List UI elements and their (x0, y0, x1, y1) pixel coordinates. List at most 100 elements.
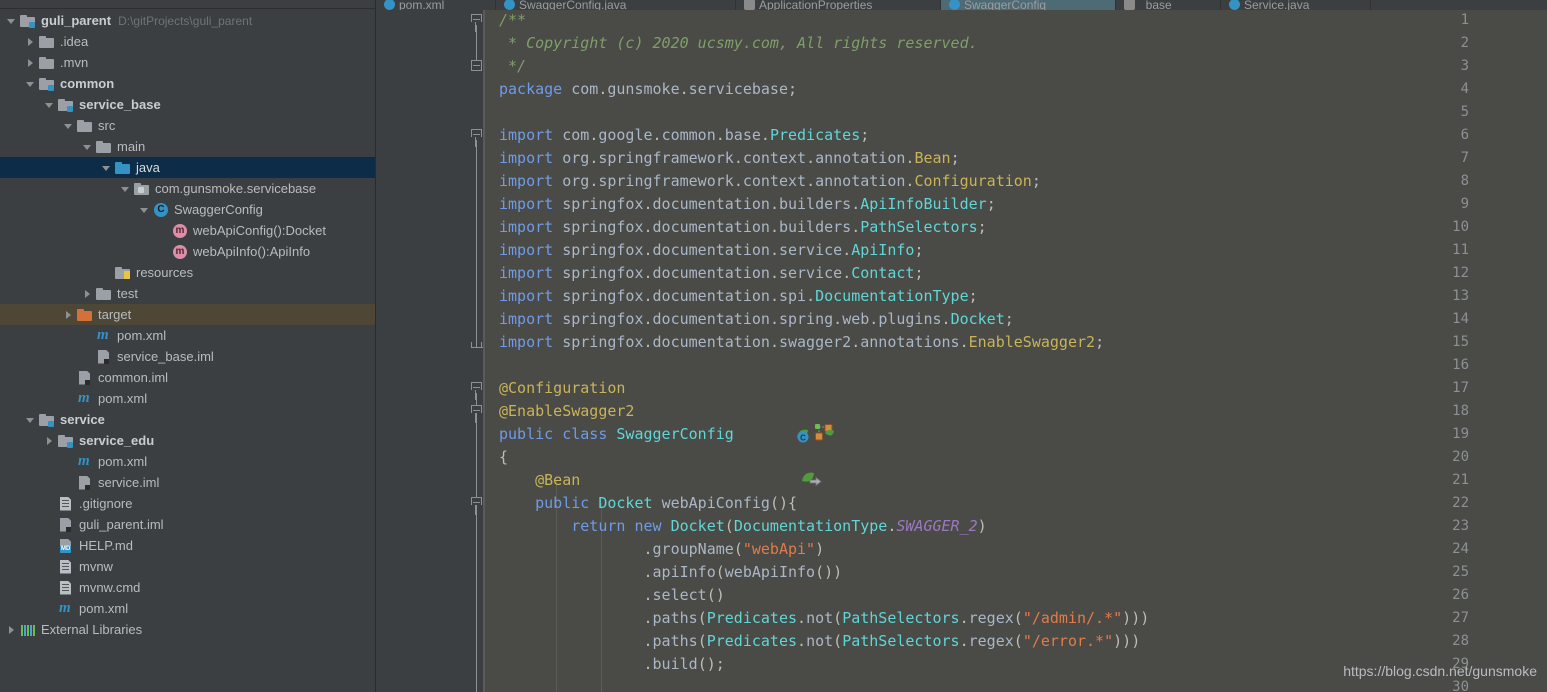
code-line[interactable]: package com.gunsmoke.servicebase; (484, 78, 1547, 101)
tree-item-service-iml[interactable]: service.iml (0, 472, 375, 493)
code-line[interactable]: import org.springframework.context.annot… (484, 147, 1547, 170)
chevron-right-icon[interactable] (63, 309, 75, 321)
chevron-down-icon[interactable] (63, 120, 75, 132)
code-line[interactable]: .paths(Predicates.not(PathSelectors.rege… (484, 630, 1547, 653)
tree-item-main[interactable]: main (0, 136, 375, 157)
tree-item-pom-xml[interactable]: pom.xml (0, 598, 375, 619)
tree-item-pom-xml[interactable]: pom.xml (0, 325, 375, 346)
code-line[interactable]: .paths(Predicates.not(PathSelectors.rege… (484, 607, 1547, 630)
tree-item-com-gunsmoke-servicebase[interactable]: com.gunsmoke.servicebase (0, 178, 375, 199)
code-line[interactable] (484, 354, 1547, 377)
editor-tab[interactable]: ApplicationProperties (736, 0, 941, 10)
tree-item-test[interactable]: test (0, 283, 375, 304)
class-icon (153, 202, 169, 218)
chevron-down-icon[interactable] (25, 414, 37, 426)
editor-tab[interactable]: SwaggerConfig (941, 0, 1116, 10)
chevron-down-icon[interactable] (44, 99, 56, 111)
fold-toggle-icon[interactable] (470, 55, 483, 78)
tree-item-swaggerconfig[interactable]: SwaggerConfig (0, 199, 375, 220)
chevron-right-icon[interactable] (25, 36, 37, 48)
tree-item-mvnw[interactable]: mvnw (0, 556, 375, 577)
tree-item-external-libraries[interactable]: External Libraries (0, 619, 375, 640)
iml-file-icon (77, 370, 93, 386)
folder-icon (39, 55, 55, 71)
code-line[interactable]: return new Docket(DocumentationType.SWAG… (484, 515, 1547, 538)
tree-item-pom-xml[interactable]: pom.xml (0, 451, 375, 472)
code-line[interactable]: import org.springframework.context.annot… (484, 170, 1547, 193)
code-line[interactable]: /** (484, 9, 1547, 32)
chevron-right-icon[interactable] (6, 624, 18, 636)
project-tree[interactable]: guli_parent D:\gitProjects\guli_parent .id… (0, 9, 375, 640)
code-line[interactable]: { (484, 446, 1547, 469)
code-line[interactable]: */ (484, 55, 1547, 78)
code-line[interactable]: import springfox.documentation.spi.Docum… (484, 285, 1547, 308)
tree-item-webapiinfo-apiinfo[interactable]: webApiInfo():ApiInfo (0, 241, 375, 262)
tree-item-java[interactable]: java (0, 157, 375, 178)
chevron-right-icon[interactable] (25, 57, 37, 69)
code-line[interactable]: .apiInfo(webApiInfo()) (484, 561, 1547, 584)
code-line[interactable]: @Configuration (484, 377, 1547, 400)
code-line[interactable]: import springfox.documentation.builders.… (484, 193, 1547, 216)
code-line[interactable]: public class SwaggerConfig (484, 423, 1547, 446)
tree-item-mvn[interactable]: .mvn (0, 52, 375, 73)
chevron-down-icon[interactable] (101, 162, 113, 174)
editor-tab[interactable]: Service.java (1221, 0, 1371, 10)
chevron-right-icon[interactable] (82, 288, 94, 300)
tree-item-guli-parent[interactable]: guli_parent D:\gitProjects\guli_parent (0, 10, 375, 31)
tree-item-service-base[interactable]: service_base (0, 94, 375, 115)
method-icon (172, 244, 188, 260)
editor-tab[interactable]: SwaggerConfig.java (496, 0, 736, 10)
editor-gutter[interactable] (376, 9, 483, 692)
code-line[interactable] (484, 101, 1547, 124)
tree-item-common[interactable]: common (0, 73, 375, 94)
tree-item-help-md[interactable]: HELP.md (0, 535, 375, 556)
code-line[interactable]: import springfox.documentation.builders.… (484, 216, 1547, 239)
tree-item-label: service_base (79, 97, 161, 112)
editor-tab[interactable]: pom.xml (376, 0, 496, 10)
chevron-right-icon[interactable] (44, 435, 56, 447)
code-line[interactable]: .groupName("webApi") (484, 538, 1547, 561)
code-line[interactable]: * Copyright (c) 2020 ucsmy.com, All righ… (484, 32, 1547, 55)
java-class-icon (1229, 0, 1240, 10)
code-line[interactable]: @EnableSwagger2 (484, 400, 1547, 423)
chevron-down-icon[interactable] (25, 78, 37, 90)
chevron-down-icon[interactable] (6, 15, 18, 27)
tree-item-service[interactable]: service (0, 409, 375, 430)
tree-item-resources[interactable]: resources (0, 262, 375, 283)
code-line[interactable]: import springfox.documentation.service.C… (484, 262, 1547, 285)
markdown-file-icon (58, 538, 74, 554)
code-line[interactable]: public Docket webApiConfig(){ (484, 492, 1547, 515)
code-line[interactable]: import com.google.common.base.Predicates… (484, 124, 1547, 147)
code-editor[interactable]: 1 2 3 4 5 6 7 8 9 10 11 12 13 14 15 16 17 18 19 20 21 22 23 24 2… (376, 0, 1547, 692)
code-line[interactable]: import springfox.documentation.spring.we… (484, 308, 1547, 331)
tree-item-src[interactable]: src (0, 115, 375, 136)
tree-item-idea[interactable]: .idea (0, 31, 375, 52)
tree-item-pom-xml[interactable]: pom.xml (0, 388, 375, 409)
code-line[interactable]: .select() (484, 584, 1547, 607)
tree-item-mvnw-cmd[interactable]: mvnw.cmd (0, 577, 375, 598)
gear-icon (744, 0, 755, 10)
editor-tab[interactable]: _base (1116, 0, 1221, 10)
chevron-down-icon[interactable] (120, 183, 132, 195)
tree-item-service-base-iml[interactable]: service_base.iml (0, 346, 375, 367)
chevron-down-icon[interactable] (82, 141, 94, 153)
code-line[interactable]: @Bean (484, 469, 1547, 492)
editor-tab-bar[interactable]: pom.xml SwaggerConfig.java ApplicationProp… (376, 0, 1547, 10)
code-line[interactable]: import springfox.documentation.swagger2.… (484, 331, 1547, 354)
tree-item-common-iml[interactable]: common.iml (0, 367, 375, 388)
project-tree-panel[interactable]: guli_parent D:\gitProjects\guli_parent .id… (0, 0, 376, 692)
tree-item-service-edu[interactable]: service_edu (0, 430, 375, 451)
tree-item-gitignore[interactable]: .gitignore (0, 493, 375, 514)
code-folding-column[interactable] (470, 9, 484, 692)
tree-item-guli-parent-iml[interactable]: guli_parent.iml (0, 514, 375, 535)
method-icon (172, 223, 188, 239)
chevron-down-icon[interactable] (139, 204, 151, 216)
folder-icon (77, 118, 93, 134)
code-text[interactable]: /** * Copyright (c) 2020 ucsmy.com, All … (484, 9, 1547, 692)
tree-item-target[interactable]: target (0, 304, 375, 325)
code-line[interactable]: import springfox.documentation.service.A… (484, 239, 1547, 262)
tree-item-webapiconfig-docket[interactable]: webApiConfig():Docket (0, 220, 375, 241)
tree-item-label: pom.xml (98, 391, 148, 406)
